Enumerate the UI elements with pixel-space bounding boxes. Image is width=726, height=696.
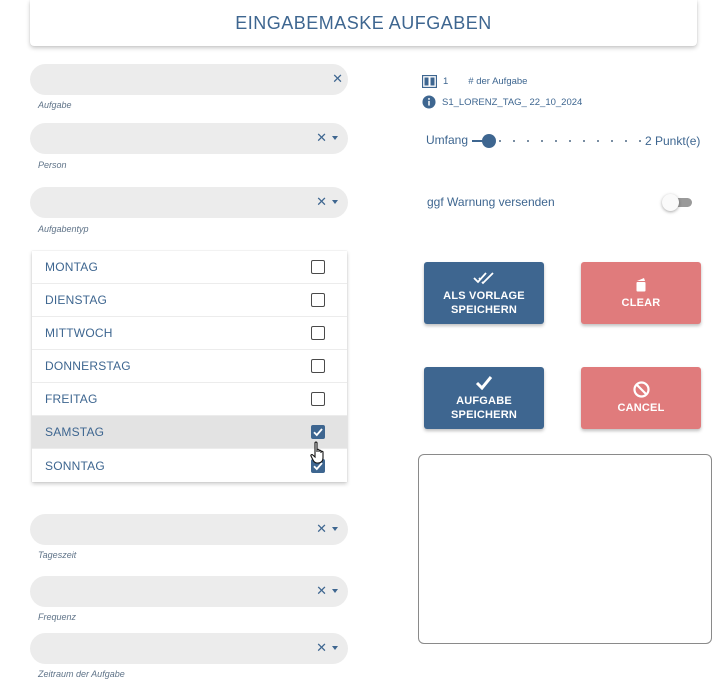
slider-tick	[625, 140, 627, 142]
chevron-down-icon[interactable]	[332, 200, 338, 204]
tageszeit-label: Tageszeit	[38, 550, 77, 560]
chevron-down-icon[interactable]	[332, 646, 338, 650]
close-icon[interactable]: ✕	[316, 194, 327, 210]
person-label: Person	[38, 160, 67, 170]
cancel-button[interactable]: CANCEL	[581, 367, 701, 429]
check-icon	[475, 376, 493, 390]
numbered-list-icon	[422, 75, 437, 88]
page-title: EINGABEMASKE AUFGABEN	[235, 12, 492, 33]
day-row-freitag[interactable]: FREITAG	[32, 383, 347, 416]
day-checkbox[interactable]	[311, 425, 325, 439]
slider-thumb[interactable]	[482, 134, 496, 148]
day-row-donnerstag[interactable]: DONNERSTAG	[32, 350, 347, 383]
day-row-mittwoch[interactable]: MITTWOCH	[32, 317, 347, 350]
info-icon	[422, 95, 436, 109]
save-template-button[interactable]: ALS VORLAGE SPEICHERN	[424, 262, 544, 324]
day-checkbox[interactable]	[311, 293, 325, 307]
save-task-button[interactable]: AUFGABE SPEICHERN	[424, 367, 544, 429]
zeitraum-label: Zeitraum der Aufgabe	[38, 669, 125, 679]
save-template-label: ALS VORLAGE SPEICHERN	[443, 289, 525, 316]
umfang-slider[interactable]	[472, 134, 641, 148]
day-label: FREITAG	[45, 392, 98, 406]
day-checkbox[interactable]	[311, 326, 325, 340]
zeitraum-select[interactable]: ✕	[30, 633, 348, 664]
umfang-value: 2 Punkt(e)	[645, 134, 701, 148]
hand-cursor-icon	[310, 441, 324, 464]
person-select[interactable]: ✕	[30, 123, 348, 154]
day-checkbox[interactable]	[311, 359, 325, 373]
notes-textarea[interactable]	[418, 454, 712, 644]
tageszeit-select[interactable]: ✕	[30, 514, 348, 545]
day-row-dienstag[interactable]: DIENSTAG	[32, 284, 347, 317]
warning-label: ggf Warnung versenden	[427, 195, 555, 209]
slider-tick	[569, 140, 571, 142]
day-label: SONNTAG	[45, 458, 105, 473]
slider-tick	[499, 140, 501, 142]
slider-tick	[527, 140, 529, 142]
day-row-montag[interactable]: MONTAG	[32, 251, 347, 284]
check-icon	[313, 428, 323, 437]
aufgabentyp-select[interactable]: ✕	[30, 187, 348, 218]
frequenz-select[interactable]: ✕	[30, 576, 348, 607]
task-number-label: # der Aufgabe	[468, 76, 528, 87]
slider-tick	[513, 140, 515, 142]
slider-tick	[639, 140, 641, 142]
weekday-list: MONTAG DIENSTAG MITTWOCH DONNERSTAG FREI…	[32, 251, 347, 482]
umfang-label: Umfang	[426, 133, 469, 147]
slider-tick	[555, 140, 557, 142]
slider-tick	[541, 140, 543, 142]
clear-label: CLEAR	[621, 296, 661, 309]
aufgabentyp-label: Aufgabentyp	[38, 224, 89, 234]
task-id: S1_LORENZ_TAG_ 22_10_2024	[442, 96, 583, 108]
chevron-down-icon[interactable]	[332, 527, 338, 531]
chevron-down-icon[interactable]	[332, 136, 338, 140]
close-icon[interactable]: ✕	[316, 583, 327, 599]
close-icon[interactable]: ✕	[316, 521, 327, 537]
close-icon[interactable]: ✕	[316, 130, 327, 146]
task-number-row: 1 # der Aufgabe	[422, 75, 527, 88]
day-row-samstag[interactable]: SAMSTAG	[32, 416, 347, 449]
close-icon[interactable]: ✕	[316, 640, 327, 656]
day-row-sonntag[interactable]: SONNTAG	[32, 449, 347, 482]
day-checkbox[interactable]	[311, 260, 325, 274]
chevron-down-icon[interactable]	[332, 589, 338, 593]
slider-tick	[597, 140, 599, 142]
double-check-icon	[473, 271, 494, 284]
day-label: DIENSTAG	[45, 293, 108, 307]
save-task-label: AUFGABE SPEICHERN	[451, 394, 517, 421]
page-header: EINGABEMASKE AUFGABEN	[30, 0, 697, 46]
slider-tick	[583, 140, 585, 142]
aufgabe-label: Aufgabe	[38, 100, 72, 110]
eraser-icon	[636, 278, 646, 292]
day-label: MITTWOCH	[45, 326, 113, 340]
toggle-knob[interactable]	[662, 194, 679, 211]
aufgabe-input[interactable]: ✕	[30, 64, 348, 95]
frequenz-label: Frequenz	[38, 612, 77, 622]
close-icon[interactable]: ✕	[332, 71, 343, 87]
task-id-row: S1_LORENZ_TAG_ 22_10_2024	[422, 95, 582, 109]
slider-tick	[611, 140, 613, 142]
task-number: 1	[443, 76, 449, 87]
day-checkbox[interactable]	[311, 392, 325, 406]
clear-button[interactable]: CLEAR	[581, 262, 701, 324]
cancel-icon	[632, 381, 650, 398]
day-label: SAMSTAG	[45, 425, 105, 439]
day-label: DONNERSTAG	[45, 359, 131, 373]
day-label: MONTAG	[45, 260, 98, 274]
cancel-label: CANCEL	[617, 401, 665, 414]
